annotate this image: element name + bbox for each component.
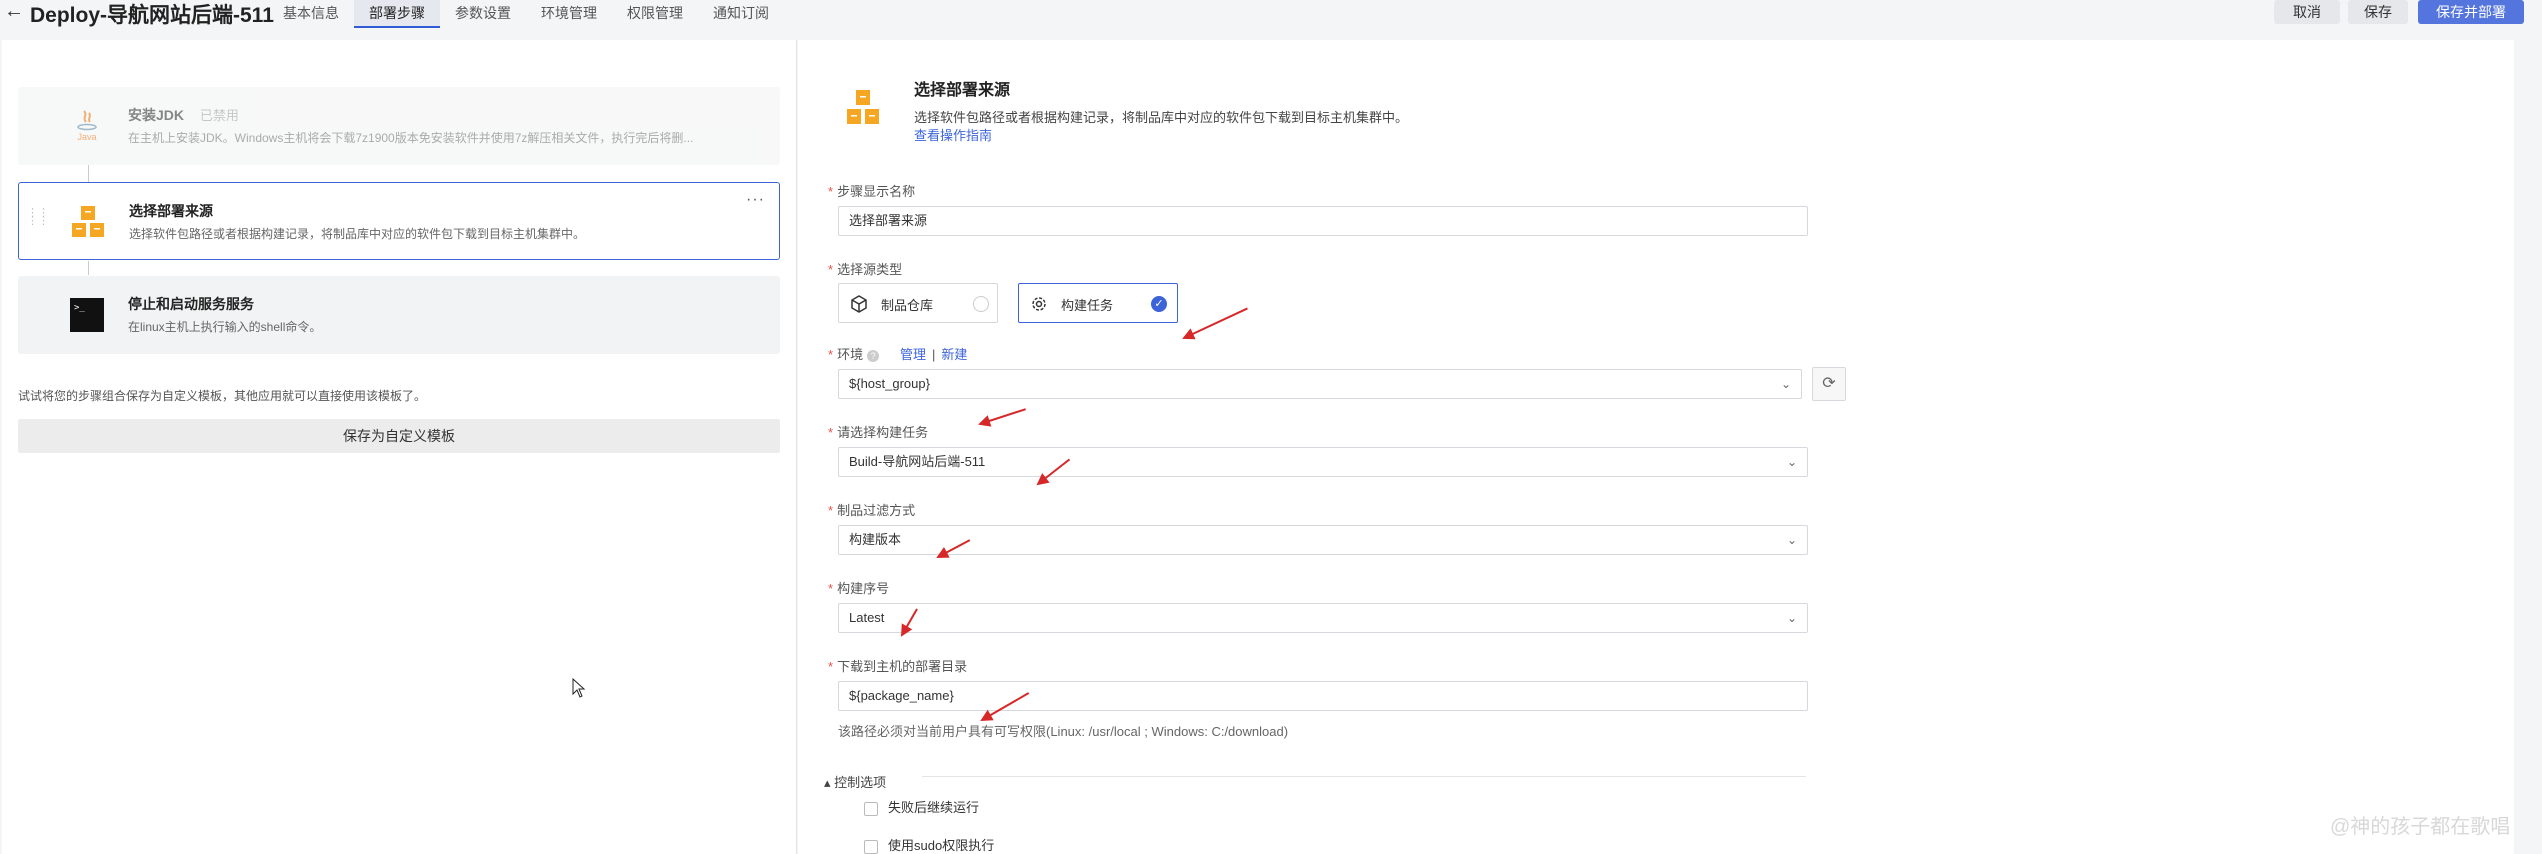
deploy-dir-label: * 下载到主机的部署目录	[828, 659, 968, 674]
chevron-down-icon: ⌄	[1786, 455, 1797, 469]
step-title: 安装JDK	[128, 107, 185, 123]
env-new-link[interactable]: 新建	[941, 347, 967, 362]
refresh-icon[interactable]: ⟳	[1812, 367, 1846, 401]
chevron-down-icon: ⌄	[1786, 611, 1797, 625]
env-label: * 环境?	[828, 344, 887, 363]
step-select-source[interactable]: ⋮⋮ ⋮⋮ 选择部署来源 选择软件包路径或者根据构建记录，将制品库中对应的软件包下…	[18, 182, 780, 260]
build-no-select[interactable]: Latest ⌄	[838, 603, 1808, 633]
cube-icon	[851, 295, 867, 313]
caret-up-icon: ▴	[824, 775, 835, 790]
step-connector	[88, 261, 89, 275]
step-name-input[interactable]: 选择部署来源	[838, 206, 1808, 236]
top-header: ← Deploy-导航网站后端-511 基本信息 部署步骤 参数设置 环境管理 …	[0, 0, 2542, 28]
artifact-boxes-icon	[72, 206, 104, 237]
control-options-toggle[interactable]: ▴ 控制选项	[824, 772, 886, 791]
terminal-icon: >_	[70, 298, 104, 332]
step-desc: 选择软件包路径或者根据构建记录，将制品库中对应的软件包下载到目标主机集群中。	[129, 227, 586, 241]
svg-text:>_: >_	[74, 303, 85, 313]
deploy-dir-input[interactable]: ${package_name}	[838, 681, 1808, 711]
build-no-label: * 构建序号	[828, 581, 890, 596]
cancel-button[interactable]: 取消	[2274, 0, 2340, 24]
more-options-icon[interactable]: ···	[746, 191, 765, 209]
build-task-select[interactable]: Build-导航网站后端-511 ⌄	[838, 447, 1808, 477]
steps-panel: Java 安装JDK 已禁用 在主机上安装JDK。Windows主机将会下载7z…	[2, 40, 797, 854]
step-title: 停止和启动服务服务	[128, 296, 254, 312]
watermark: @神的孩子都在歌唱	[2330, 816, 2511, 838]
save-custom-template-button[interactable]: 保存为自定义模板	[18, 419, 780, 453]
chevron-down-icon: ⌄	[1786, 533, 1797, 547]
continue-on-fail-checkbox[interactable]: 失败后继续运行	[864, 797, 979, 816]
env-links: 管理 | 新建	[900, 347, 968, 362]
source-type-label: * 选择源类型	[828, 262, 903, 277]
radio-unchecked[interactable]	[973, 296, 989, 312]
source-option-label: 制品仓库	[881, 298, 934, 313]
annotation-arrow	[979, 408, 1026, 425]
step-desc: 在主机上安装JDK。Windows主机将会下载7z1900版本免安装软件并使用7…	[128, 131, 694, 145]
tab-params[interactable]: 参数设置	[440, 0, 526, 28]
radio-checked-icon[interactable]: ✓	[1151, 296, 1167, 312]
detail-desc: 选择软件包路径或者根据构建记录，将制品库中对应的软件包下载到目标主机集群中。	[914, 110, 1409, 125]
java-icon: Java	[77, 110, 97, 142]
source-option-label: 构建任务	[1061, 298, 1114, 313]
tab-basic-info[interactable]: 基本信息	[268, 0, 354, 28]
annotation-arrow	[1183, 307, 1248, 339]
detail-title: 选择部署来源	[914, 82, 1011, 99]
disabled-badge: 已禁用	[199, 108, 239, 123]
filter-select[interactable]: 构建版本 ⌄	[838, 525, 1808, 555]
mouse-cursor-icon	[572, 678, 586, 698]
use-sudo-checkbox[interactable]: 使用sudo权限执行	[864, 835, 994, 854]
page-title: Deploy-导航网站后端-511	[30, 4, 274, 27]
svg-text:Java: Java	[77, 132, 96, 142]
guide-link[interactable]: 查看操作指南	[914, 125, 992, 144]
source-option-artifact-repo[interactable]: 制品仓库	[838, 283, 998, 323]
drag-handle-icon[interactable]: ⋮⋮ ⋮⋮	[27, 208, 49, 235]
step-name-label: * 步骤显示名称	[828, 184, 916, 199]
build-task-label: * 请选择构建任务	[828, 425, 929, 440]
filter-label: * 制品过滤方式	[828, 503, 916, 518]
divider	[922, 776, 1806, 777]
source-option-build-task[interactable]: 构建任务 ✓	[1018, 283, 1178, 323]
step-desc: 在linux主机上执行输入的shell命令。	[128, 320, 322, 334]
gear-icon	[1032, 297, 1046, 311]
artifact-boxes-icon	[847, 90, 879, 124]
save-and-deploy-button[interactable]: 保存并部署	[2418, 0, 2524, 24]
step-title: 选择部署来源	[129, 203, 213, 219]
tab-permissions[interactable]: 权限管理	[612, 0, 698, 28]
step-detail-panel: 选择部署来源 选择软件包路径或者根据构建记录，将制品库中对应的软件包下载到目标主…	[798, 40, 2514, 854]
template-hint: 试试将您的步骤组合保存为自定义模板，其他应用就可以直接使用该模板了。	[18, 389, 427, 403]
chevron-down-icon: ⌄	[1780, 377, 1791, 391]
env-manage-link[interactable]: 管理	[900, 347, 926, 362]
env-select[interactable]: ${host_group} ⌄	[838, 369, 1802, 399]
tab-notifications[interactable]: 通知订阅	[698, 0, 784, 28]
step-install-jdk[interactable]: Java 安装JDK 已禁用 在主机上安装JDK。Windows主机将会下载7z…	[18, 87, 780, 165]
tab-deploy-steps[interactable]: 部署步骤	[354, 0, 440, 28]
save-button[interactable]: 保存	[2348, 0, 2408, 24]
help-icon[interactable]: ?	[867, 349, 880, 362]
step-stop-start-service[interactable]: >_ 停止和启动服务服务 在linux主机上执行输入的shell命令。	[18, 276, 780, 354]
deploy-dir-note: 该路径必须对当前用户具有可写权限(Linux: /usr/local ; Win…	[838, 724, 1289, 739]
arrow-left-icon[interactable]: ←	[4, 1, 24, 21]
tab-env-manage[interactable]: 环境管理	[526, 0, 612, 28]
tab-bar: 基本信息 部署步骤 参数设置 环境管理 权限管理 通知订阅	[268, 0, 784, 28]
